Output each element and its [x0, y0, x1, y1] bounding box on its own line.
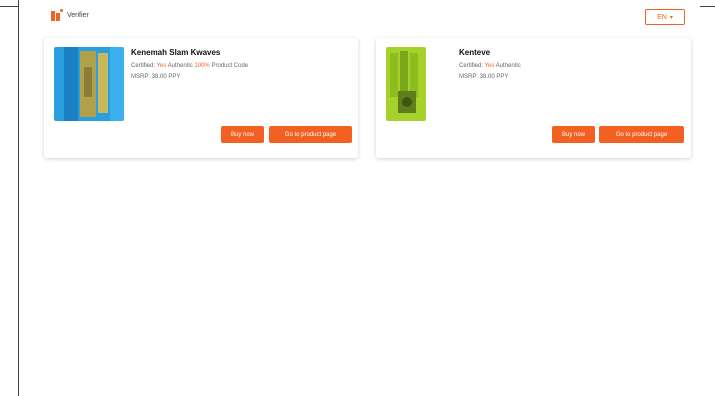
product-thumbnail[interactable] [54, 47, 124, 121]
header-logo[interactable]: Verifier [51, 9, 89, 21]
product-title: Kenemah Slam Kwaves [131, 48, 221, 57]
product-price: MSRP: 38.00 PPY [459, 74, 509, 80]
chevron-down-icon: ▾ [669, 14, 673, 21]
language-select[interactable]: EN ▾ [645, 9, 685, 25]
frame-vertical-divider [18, 0, 19, 396]
product-price: MSRP: 38.00 PPY [131, 74, 181, 80]
product-certification: Certified: Yes Authentic [459, 63, 521, 69]
buy-now-button[interactable]: Buy now [221, 126, 264, 143]
product-page-button[interactable]: Go to product page [599, 126, 684, 143]
product-certification: Certified: Yes Authentic 100% Product Co… [131, 63, 249, 69]
product-card: Kenemah Slam Kwaves Certified: Yes Authe… [44, 38, 358, 158]
product-thumbnail[interactable] [386, 47, 426, 121]
frame-tick-left [0, 6, 18, 7]
product-card: Kenteve Certified: Yes Authentic MSRP: 3… [376, 38, 691, 158]
product-page-button[interactable]: Go to product page [269, 126, 352, 143]
language-selected: EN [657, 13, 667, 21]
buy-now-button[interactable]: Buy now [552, 126, 595, 143]
frame-tick-right [700, 6, 715, 7]
brand-logo-icon [51, 9, 63, 21]
logo-text: Verifier [67, 11, 89, 19]
product-title: Kenteve [459, 48, 491, 57]
